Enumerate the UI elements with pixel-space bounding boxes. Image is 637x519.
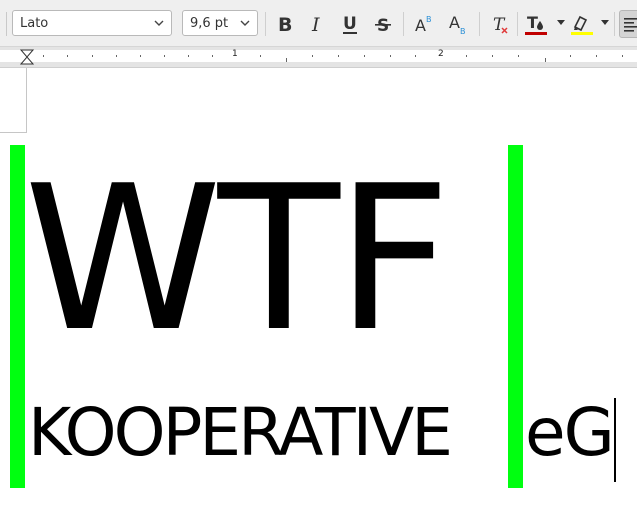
toolbar-separator <box>479 12 480 36</box>
ruler-tick <box>312 55 313 57</box>
toolbar-separator <box>6 12 7 36</box>
ruler-track[interactable]: 1 2 <box>0 49 637 65</box>
ruler-tick <box>545 58 546 62</box>
italic-button[interactable]: I <box>303 10 331 38</box>
formatting-toolbar: Lato 9,6 pt B I U S A B A B T T <box>0 0 637 47</box>
ruler-tick <box>364 55 365 57</box>
ruler-tick <box>140 55 141 57</box>
ruler-tick <box>415 55 416 57</box>
toolbar-separator <box>517 12 518 36</box>
font-size-combobox[interactable]: 9,6 pt <box>182 10 258 36</box>
svg-text:B: B <box>426 15 432 24</box>
font-name-value: Lato <box>20 16 49 31</box>
underline-icon: U <box>343 14 357 34</box>
ruler-tick <box>116 55 117 57</box>
toolbar-separator <box>403 12 404 36</box>
ruler-tick <box>570 55 571 57</box>
superscript-button[interactable]: A B <box>410 10 438 38</box>
font-name-combobox[interactable]: Lato <box>12 10 172 36</box>
font-size-value: 9,6 pt <box>190 16 229 31</box>
ruler-tick <box>43 55 44 57</box>
toolbar-separator <box>614 12 615 36</box>
document-text-eg[interactable]: eG <box>525 400 615 466</box>
chevron-down-icon[interactable] <box>153 17 165 29</box>
toolbar-separator <box>265 12 266 36</box>
ruler-tick <box>390 55 391 57</box>
ruler-tick <box>92 55 93 57</box>
strikethrough-icon: S <box>375 16 391 34</box>
chevron-down-icon[interactable] <box>239 17 251 29</box>
svg-text:T: T <box>527 13 538 32</box>
highlight-button[interactable] <box>568 10 596 38</box>
svg-text:B: B <box>278 14 292 34</box>
ruler-tick <box>596 55 597 57</box>
italic-icon: I <box>311 14 320 34</box>
horizontal-ruler: 1 2 <box>0 47 637 68</box>
subscript-button[interactable]: A B <box>444 10 472 38</box>
svg-text:I: I <box>311 14 320 34</box>
chevron-down-icon[interactable] <box>557 20 565 26</box>
ruler-tick <box>67 55 68 57</box>
page-corner-marker <box>0 68 27 133</box>
align-left-button[interactable] <box>619 10 637 38</box>
svg-text:A: A <box>449 13 460 32</box>
subscript-icon: A B <box>449 13 466 35</box>
ruler-tick <box>622 55 623 57</box>
underline-button[interactable]: U <box>336 10 364 38</box>
chevron-down-icon[interactable] <box>601 20 609 26</box>
text-cursor <box>614 398 616 482</box>
align-left-icon <box>624 18 637 32</box>
bold-icon: B <box>278 14 292 34</box>
strikethrough-button[interactable]: S <box>369 10 397 38</box>
document-text-kooperative[interactable]: KOOPERATIVE <box>28 400 453 466</box>
ruler-tick <box>492 55 493 57</box>
clear-formatting-icon: T <box>493 15 508 35</box>
highlight-icon <box>571 15 593 35</box>
bold-button[interactable]: B <box>271 10 299 38</box>
document-text-wtf[interactable]: WTF <box>24 160 509 370</box>
ruler-label: 1 <box>232 49 238 59</box>
green-marker-bar-right <box>508 145 523 488</box>
indent-marker-icon[interactable] <box>20 49 34 65</box>
ruler-tick <box>338 55 339 57</box>
svg-text:A: A <box>415 16 426 34</box>
green-marker-bar-left <box>10 145 25 488</box>
ruler-tick <box>518 55 519 57</box>
clear-formatting-button[interactable]: T <box>486 10 514 38</box>
ruler-label: 2 <box>438 49 444 59</box>
ruler-tick <box>164 55 165 57</box>
ruler-tick <box>212 55 213 57</box>
svg-text:U: U <box>343 14 357 34</box>
ruler-tick <box>286 58 287 62</box>
ruler-tick <box>466 55 467 57</box>
ruler-tick <box>260 55 261 57</box>
svg-text:B: B <box>460 27 466 35</box>
superscript-icon: A B <box>415 15 432 34</box>
ruler-tick <box>188 55 189 57</box>
font-color-button[interactable]: T <box>522 10 550 38</box>
font-color-icon: T <box>525 13 547 35</box>
